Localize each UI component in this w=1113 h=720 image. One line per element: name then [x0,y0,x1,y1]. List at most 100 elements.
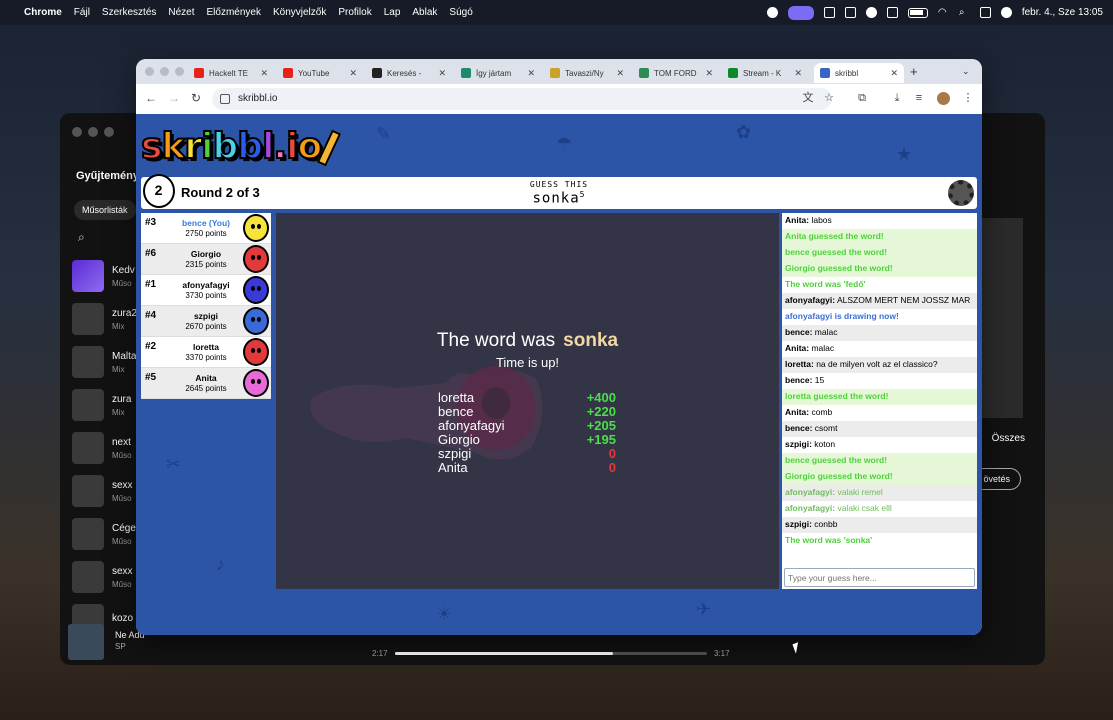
library-item[interactable]: next Műso [72,427,139,469]
guess-input[interactable] [784,568,975,587]
skribbl-logo[interactable]: skribbl.io [140,125,323,168]
extensions-icon[interactable]: ⧉ [856,92,868,104]
browser-tab[interactable]: Hackelt TE ✕ [188,63,274,83]
chat-message: bence guessed the word! [782,453,977,469]
library-item[interactable]: Malta Mix [72,341,139,383]
menu-window[interactable]: Ablak [412,7,437,18]
playlist-cover [72,303,104,335]
download-icon[interactable]: ⤓ [891,92,903,104]
library-item[interactable]: sexx Műso [72,556,139,598]
result-player: Giorgio [438,432,480,447]
player-row[interactable]: #6 Giorgio 2315 points [141,244,271,275]
player-avatar-icon [243,214,269,242]
status-icon[interactable] [766,7,778,18]
player-row[interactable]: #3 bence (You) 2750 points [141,213,271,244]
menu-bookmarks[interactable]: Könyvjelzők [273,7,326,18]
wifi-icon[interactable]: ◠ [938,7,949,18]
browser-tab[interactable]: YouTube ✕ [277,63,363,83]
address-bar[interactable]: skribbl.io [212,88,832,110]
zoom-window-button[interactable] [175,67,184,76]
site-info-icon[interactable] [220,94,230,104]
chat-message: afonyafagyi: valaki csak elll [782,501,977,517]
bookmark-star-icon[interactable]: ☆ [823,92,835,104]
now-playing-cover[interactable] [68,624,104,660]
library-item[interactable]: sexx Műso [72,470,139,512]
result-player: szpigi [438,446,472,461]
menu-edit[interactable]: Szerkesztés [102,7,156,18]
player-row[interactable]: #5 Anita 2645 points [141,368,271,399]
tab-close-icon[interactable]: ✕ [616,68,624,79]
tab-close-icon[interactable]: ✕ [794,68,802,79]
chat-text: 15 [814,375,825,385]
tab-close-icon[interactable]: ✕ [438,68,446,79]
library-item[interactable]: zura2 Mix [72,298,139,340]
menu-history[interactable]: Előzmények [207,7,261,18]
player-points: 2750 points [185,229,227,238]
back-icon[interactable]: ← [145,91,157,105]
menu-view[interactable]: Nézet [168,7,194,18]
new-tab-button[interactable]: + [910,64,918,79]
media-icon[interactable]: ≡ [913,92,925,104]
playlist-cover [72,432,104,464]
library-item[interactable]: Céget Műso [72,513,139,555]
browser-tab[interactable]: Tavaszi/Ny ✕ [544,63,630,83]
chat-author: afonyafagyi: [785,487,836,497]
tab-close-icon[interactable]: ✕ [260,68,268,79]
forward-icon[interactable]: → [168,91,180,105]
player-name: afonyafagyi [182,280,230,290]
chat-message: bence: 15 [782,373,977,389]
player-row[interactable]: #1 afonyafagyi 3730 points [141,275,271,306]
menu-bar: Chrome Fájl Szerkesztés Nézet Előzmények… [0,0,1113,25]
battery-icon[interactable] [907,7,928,18]
player-row[interactable]: #4 szpigi 2670 points [141,306,271,337]
browser-tab[interactable]: skribbl ✕ [814,63,904,83]
tab-search-icon[interactable]: ⌄ [962,66,970,77]
control-center-icon[interactable] [979,7,991,18]
chat-text: The word was 'fedő' [785,279,866,289]
search-icon[interactable]: ⌕ [959,7,970,18]
library-item[interactable]: zura Mix [72,384,139,426]
playlists-filter[interactable]: Műsorlisták [74,200,136,220]
menu-app-name[interactable]: Chrome [24,7,62,18]
siri-icon[interactable] [1000,7,1012,18]
browser-tab[interactable]: Keresés - ✕ [366,63,452,83]
minimize-window-button[interactable] [160,67,169,76]
player-avatar-icon [243,307,269,335]
clock-menu-icon[interactable] [886,7,898,18]
translate-icon[interactable]: 文 [802,92,814,104]
bars-icon[interactable] [844,7,856,18]
reload-icon[interactable]: ↻ [191,91,201,105]
play-icon[interactable] [865,7,877,18]
menu-help[interactable]: Súgó [449,7,472,18]
now-playing-artist[interactable]: SP [115,642,126,651]
all-label[interactable]: Összes [992,433,1025,444]
result-player: loretta [438,390,475,405]
tab-close-icon[interactable]: ✕ [527,68,535,79]
profile-avatar[interactable] [937,92,950,105]
menu-tab[interactable]: Lap [384,7,401,18]
browser-tab[interactable]: Stream - K ✕ [722,63,808,83]
library-item[interactable]: Kedv Műso [72,255,139,297]
menu-datetime[interactable]: febr. 4., Sze 13:05 [1022,7,1103,18]
tab-close-icon[interactable]: ✕ [890,68,898,79]
cloud-icon[interactable] [823,7,835,18]
player-row[interactable]: #2 loretta 3370 points [141,337,271,368]
browser-tab[interactable]: Így jártam ✕ [455,63,541,83]
more-menu-icon[interactable]: ⋮ [962,92,974,104]
chat-text: malac [814,327,838,337]
progress-bar[interactable] [395,652,707,655]
screen-record-icon[interactable] [787,5,814,20]
close-window-button[interactable] [145,67,154,76]
time-up-text: Time is up! [495,355,560,370]
menu-profiles[interactable]: Profilok [338,7,371,18]
drawing-canvas[interactable]: The word was sonka Time is up! loretta +40… [276,213,779,589]
library-search-icon[interactable]: ⌕ [78,230,85,245]
menu-file[interactable]: Fájl [74,7,90,18]
player-name: loretta [193,342,219,352]
tab-close-icon[interactable]: ✕ [705,68,713,79]
tab-close-icon[interactable]: ✕ [349,68,357,79]
background-doodle: ★ [896,144,913,164]
url-text[interactable]: skribbl.io [238,93,277,104]
settings-gear-icon[interactable] [948,180,974,206]
browser-tab[interactable]: TOM FORD ✕ [633,63,719,83]
